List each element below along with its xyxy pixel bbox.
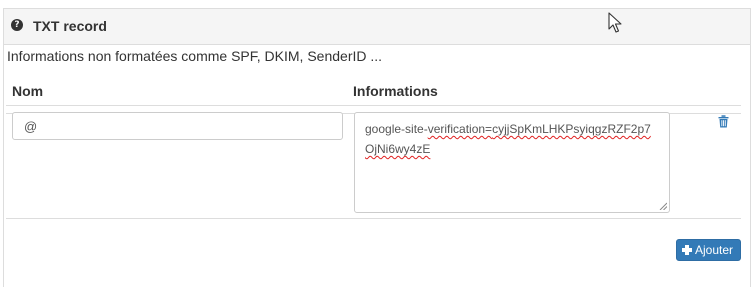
info-text-prefix: google-site-	[365, 122, 428, 136]
nom-input[interactable]	[12, 112, 343, 140]
add-record-button[interactable]: Ajouter	[676, 239, 741, 261]
record-description: Informations non formatées comme SPF, DK…	[7, 48, 383, 64]
question-circle-icon[interactable]: ?	[11, 19, 23, 31]
header-divider	[6, 105, 741, 106]
info-text-plain: verification=	[427, 122, 493, 136]
panel-title: TXT record	[33, 18, 107, 34]
informations-textarea[interactable]: google-site-verification=cyjjSpKmLHKPsyi…	[354, 112, 670, 213]
mouse-pointer-icon	[608, 12, 622, 33]
add-button-label: Ajouter	[695, 243, 734, 257]
resize-grip-icon[interactable]	[659, 202, 667, 210]
column-header-informations: Informations	[353, 83, 438, 99]
row-bottom-divider	[6, 218, 741, 219]
plus-icon	[682, 245, 692, 255]
column-header-nom: Nom	[12, 83, 44, 99]
panel-heading: ? TXT record	[4, 9, 750, 45]
trash-icon[interactable]	[718, 115, 729, 128]
